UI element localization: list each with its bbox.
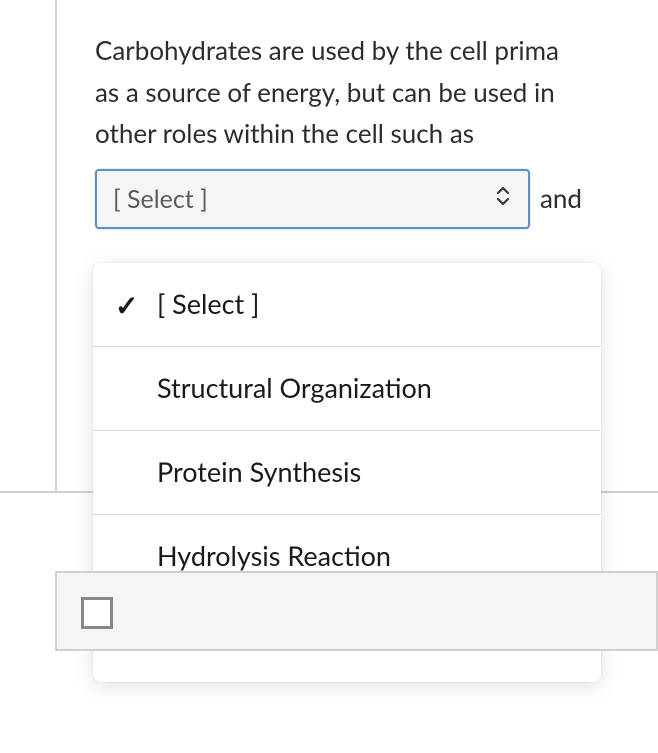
bookmark-outline-icon[interactable] [81, 597, 113, 629]
checkmark-icon: ✓ [115, 287, 138, 322]
dropdown-option-structural[interactable]: Structural Organization [93, 347, 601, 431]
select-dropdown[interactable]: [ Select ] [95, 169, 530, 229]
select-row: [ Select ] and [95, 169, 658, 229]
question-text: Carbohydrates are used by the cell prima… [95, 30, 658, 155]
after-select-text: and [540, 178, 582, 220]
question-content: Carbohydrates are used by the cell prima… [95, 30, 658, 229]
dropdown-option-label: Protein Synthesis [157, 455, 361, 488]
question-line-3: other roles within the cell such as [95, 117, 474, 149]
dropdown-option-select[interactable]: ✓ [ Select ] [93, 263, 601, 347]
question-left-border [55, 0, 57, 493]
next-question-header[interactable] [55, 571, 658, 651]
question-line-2: as a source of energy, but can be used i… [95, 76, 555, 108]
dropdown-option-label: Hydrolysis Reaction [157, 539, 391, 572]
dropdown-option-label: Structural Organization [157, 371, 432, 404]
question-line-1: Carbohydrates are used by the cell prima [95, 34, 559, 66]
chevron-up-down-icon [494, 178, 512, 220]
dropdown-option-label: [ Select ] [157, 287, 259, 320]
select-placeholder: [ Select ] [113, 179, 208, 219]
dropdown-option-protein[interactable]: Protein Synthesis [93, 431, 601, 515]
